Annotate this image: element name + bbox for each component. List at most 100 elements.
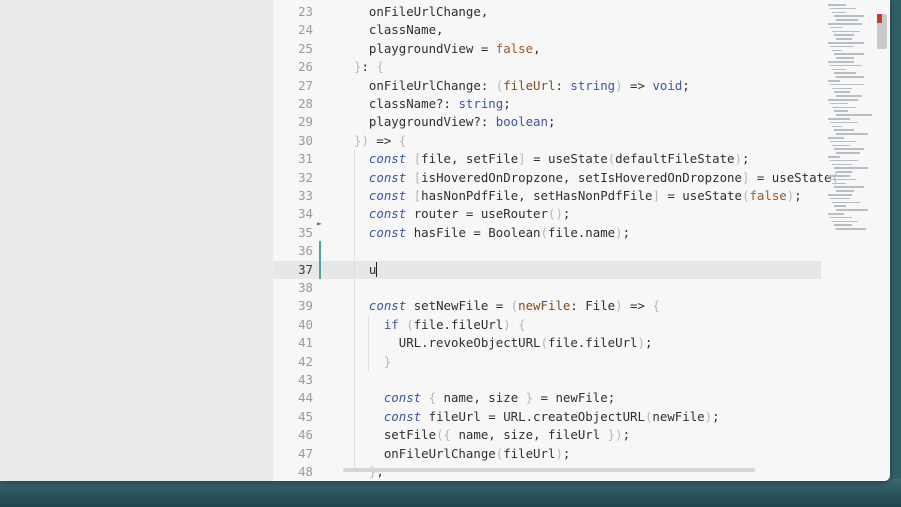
- code-line[interactable]: 24 className,: [273, 21, 821, 39]
- code-text: className,: [354, 21, 444, 39]
- horizontal-scrollbar[interactable]: [343, 468, 755, 472]
- code-line[interactable]: 25 playgroundView = false,: [273, 40, 821, 58]
- minimap-line: [834, 167, 868, 169]
- code-token: }: [607, 427, 616, 443]
- code-line[interactable]: 29 playgroundView?: boolean;: [273, 113, 821, 131]
- code-line[interactable]: 44 const { name, size } = newFile;: [273, 389, 821, 407]
- code-token: playgroundView?:: [354, 114, 496, 130]
- code-line[interactable]: 46 setFile({ name, size, fileUrl });: [273, 426, 821, 444]
- code-text: if (file.fileUrl) {: [354, 316, 526, 334]
- code-text: URL.revokeObjectURL(file.fileUrl);: [354, 334, 653, 352]
- code-token: =>: [622, 298, 653, 314]
- minimap-line: [834, 91, 850, 93]
- code-token: file.fileUrl: [547, 335, 638, 351]
- code-line[interactable]: 36: [273, 242, 821, 260]
- minimap-line: [830, 140, 856, 143]
- code-text: }: [354, 353, 391, 371]
- code-token: setNewFile =: [406, 298, 511, 314]
- code-token: string: [458, 96, 504, 111]
- minimap-line: [828, 175, 850, 177]
- minimap-line: [832, 68, 846, 71]
- code-token: = newFile;: [533, 390, 616, 406]
- code-line[interactable]: 42 }: [273, 353, 821, 371]
- code-token: ): [361, 132, 369, 148]
- minimap-line: [836, 76, 864, 78]
- code-token: ,: [533, 40, 541, 56]
- code-line[interactable]: 43: [273, 371, 821, 389]
- code-token: ): [637, 335, 645, 351]
- minimap-line: [832, 30, 860, 33]
- minimap-line: [830, 178, 856, 181]
- code-token: hasNonPdfFile, setHasNonPdfFile: [421, 188, 653, 203]
- code-text: onFileUrlChange: (fileUrl: string) => vo…: [354, 77, 690, 95]
- code-line[interactable]: 45 const fileUrl = URL.createObjectURL(n…: [273, 408, 821, 426]
- code-line[interactable]: 32 const [isHoveredOnDropzone, setIsHove…: [273, 169, 839, 187]
- code-line[interactable]: 38: [273, 279, 821, 297]
- code-token: ;: [712, 408, 720, 424]
- code-token: {: [652, 298, 660, 314]
- code-line[interactable]: 23 onFileUrlChange,: [273, 3, 821, 21]
- code-token: ): [615, 224, 623, 240]
- code-token: ;: [741, 151, 750, 167]
- code-text: const [file, setFile] = useState(default…: [354, 150, 750, 168]
- line-number: 32: [298, 169, 313, 185]
- code-token: = useState: [749, 169, 832, 185]
- code-token: }: [383, 353, 392, 369]
- code-line-current[interactable]: 37 u: [273, 260, 821, 279]
- code-text: }) => {: [354, 132, 406, 150]
- side-panel: [0, 0, 273, 481]
- line-number: 45: [298, 408, 313, 424]
- code-token: {: [428, 390, 437, 406]
- minimap-line: [836, 209, 868, 211]
- code-line[interactable]: 41 URL.revokeObjectURL(file.fileUrl);: [273, 334, 821, 352]
- code-line[interactable]: 39 const setNewFile = (newFile: File) =>…: [273, 297, 821, 315]
- minimap-line: [832, 220, 858, 223]
- code-text: }: {: [354, 58, 384, 76]
- code-line[interactable]: 30}) => {: [273, 132, 821, 150]
- code-token: = useState: [525, 151, 608, 167]
- code-token: newFile: [652, 408, 705, 424]
- code-line[interactable]: 47 onFileUrlChange(fileUrl);: [273, 445, 821, 463]
- minimap-line: [834, 224, 852, 226]
- minimap-line: [828, 61, 854, 63]
- code-line[interactable]: 31 const [file, setFile] = useState(defa…: [273, 150, 821, 168]
- minimap[interactable]: [828, 0, 878, 240]
- code-text: onFileUrlChange,: [354, 3, 488, 21]
- code-line[interactable]: 40 if (file.fileUrl) {: [273, 316, 821, 334]
- minimap-line: [832, 11, 846, 14]
- code-token: =>: [622, 77, 653, 93]
- code-line[interactable]: 26}: {: [273, 58, 821, 76]
- minimap-line: [830, 45, 854, 48]
- code-text: className?: string;: [354, 95, 511, 113]
- desktop-background: [0, 478, 901, 507]
- code-token: const: [383, 390, 422, 406]
- minimap-line: [828, 118, 850, 120]
- code-token: ;: [562, 206, 571, 222]
- minimap-line: [830, 216, 852, 219]
- code-line[interactable]: 27 onFileUrlChange: (fileUrl: string) =>…: [273, 77, 821, 95]
- code-token: className,: [354, 22, 444, 38]
- minimap-line: [830, 64, 862, 67]
- code-text: playgroundView?: boolean;: [354, 113, 556, 131]
- code-line[interactable]: 34 const router = useRouter();: [273, 205, 821, 223]
- code-editor[interactable]: 23 onFileUrlChange, 24 className, 25 playg…: [273, 0, 890, 481]
- code-line[interactable]: 48 };: [273, 463, 821, 481]
- fold-arrow-icon[interactable]: ►: [317, 219, 322, 228]
- code-token: ): [615, 77, 623, 93]
- code-line[interactable]: 33 const [hasNonPdfFile, setHasNonPdfFil…: [273, 187, 821, 205]
- code-line[interactable]: 28 className?: string;: [273, 95, 821, 113]
- code-token: :: [555, 77, 571, 93]
- code-line[interactable]: 35 const hasFile = Boolean(file.name);: [273, 224, 821, 242]
- code-token: {: [443, 427, 451, 443]
- minimap-line: [832, 125, 842, 128]
- minimap-line: [836, 171, 852, 173]
- code-token: ): [555, 445, 563, 461]
- code-token: onFileUrlChange:: [354, 77, 496, 93]
- code-token: = useState: [659, 188, 742, 203]
- line-number: 35: [298, 224, 313, 240]
